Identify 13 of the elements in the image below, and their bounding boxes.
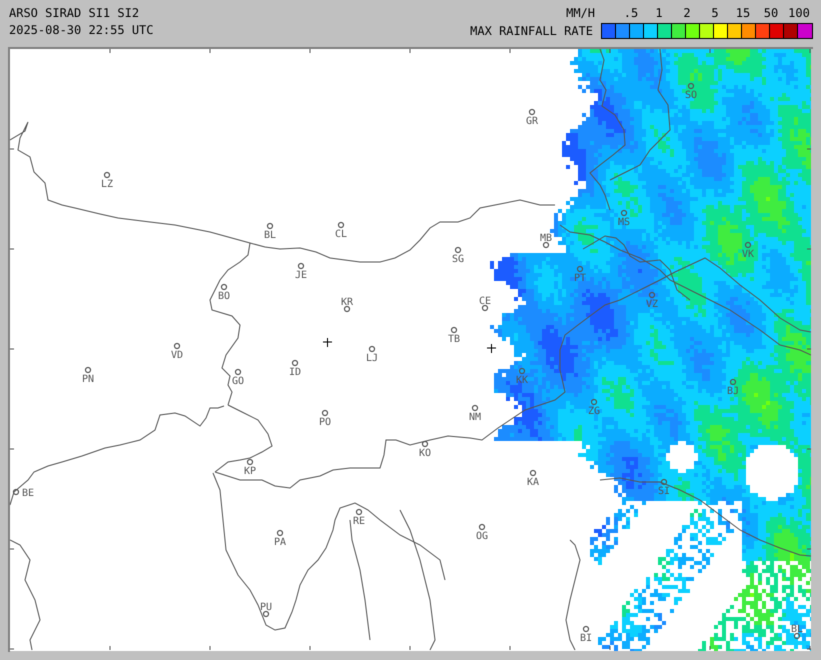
legend-tick-label: .5	[622, 6, 640, 20]
legend-tick-label: 100	[787, 6, 811, 20]
legend-tick-label: 15	[734, 6, 752, 20]
legend-tick-label: 5	[710, 6, 720, 20]
radar-site-icon	[486, 344, 496, 354]
legend-tick-label: 1	[654, 6, 664, 20]
unit-label: MM/H	[566, 6, 595, 20]
timestamp: 2025-08-30 22:55 UTC	[9, 23, 154, 37]
radar-site-icon	[322, 338, 332, 348]
radar-title: ARSO SIRAD SI1 SI2	[9, 6, 140, 20]
legend-tick-label: 50	[762, 6, 780, 20]
legend-caption: MAX RAINFALL RATE	[470, 24, 593, 38]
legend-tick-label: 2	[682, 6, 692, 20]
